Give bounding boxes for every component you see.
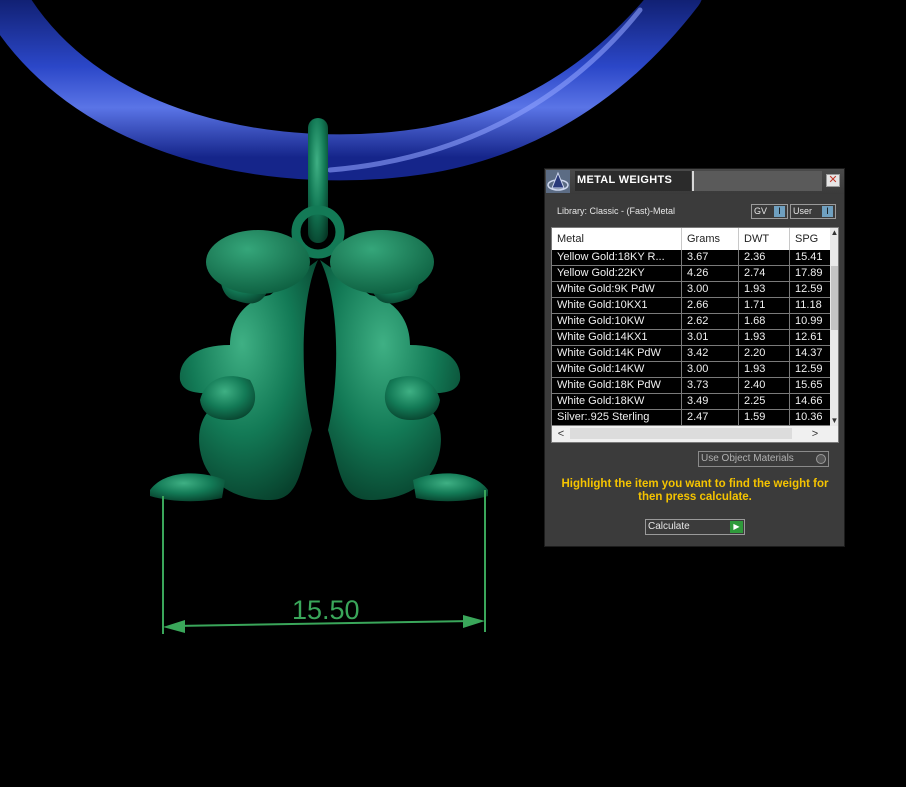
metal-table[interactable]: Metal Grams DWT SPG Yellow Gold:18KY R..…: [551, 227, 839, 443]
calculate-label: Calculate: [648, 521, 690, 532]
grams-cell: 2.66: [682, 298, 739, 314]
vertical-scrollbar[interactable]: ▲ ▼: [830, 228, 838, 426]
grams-cell: 3.67: [682, 250, 739, 266]
spg-cell: 12.61: [790, 330, 830, 346]
use-object-materials-option[interactable]: Use Object Materials: [698, 451, 829, 467]
user-toggle[interactable]: User I: [790, 204, 836, 219]
column-header-grams[interactable]: Grams: [682, 228, 739, 250]
grams-cell: 3.73: [682, 378, 739, 394]
gv-toggle-label: GV: [754, 206, 768, 216]
metal-cell: White Gold:18K PdW: [552, 378, 682, 394]
library-label: Library: Classic - (Fast)-Metal: [557, 206, 676, 216]
column-header-metal[interactable]: Metal: [552, 228, 682, 250]
pendant-figure-left: [150, 230, 318, 502]
dwt-cell: 2.20: [739, 346, 790, 362]
metal-cell: White Gold:14KX1: [552, 330, 682, 346]
table-row[interactable]: White Gold:14KW 3.00 1.93 12.59: [552, 362, 830, 378]
dwt-cell: 2.25: [739, 394, 790, 410]
panel-titlebar[interactable]: METAL WEIGHTS ✕: [545, 169, 844, 194]
spg-cell: 17.89: [790, 266, 830, 282]
grams-cell: 3.00: [682, 362, 739, 378]
grams-cell: 3.00: [682, 282, 739, 298]
metal-weights-panel: METAL WEIGHTS ✕ Library: Classic - (Fast…: [544, 168, 845, 547]
metal-cell: White Gold:10KW: [552, 314, 682, 330]
horizontal-scroll-thumb[interactable]: [570, 428, 792, 439]
close-button[interactable]: ✕: [826, 174, 840, 187]
table-row[interactable]: White Gold:14K PdW 3.42 2.20 14.37: [552, 346, 830, 362]
spg-cell: 11.18: [790, 298, 830, 314]
grams-cell: 2.47: [682, 410, 739, 426]
dwt-cell: 2.40: [739, 378, 790, 394]
gv-toggle-knob: I: [774, 206, 785, 217]
horizontal-scrollbar[interactable]: < >: [552, 426, 838, 442]
spg-cell: 10.36: [790, 410, 830, 426]
scroll-right-icon[interactable]: >: [808, 426, 822, 442]
dwt-cell: 2.36: [739, 250, 790, 266]
table-row[interactable]: White Gold:14KX1 3.01 1.93 12.61: [552, 330, 830, 346]
panel-title: METAL WEIGHTS: [575, 171, 691, 191]
play-arrow-icon[interactable]: ▶: [730, 521, 743, 533]
vertical-scroll-thumb[interactable]: [831, 266, 838, 330]
table-row[interactable]: White Gold:10KW 2.62 1.68 10.99: [552, 314, 830, 330]
table-row[interactable]: Silver:.925 Sterling 2.47 1.59 10.36: [552, 410, 830, 426]
grams-cell: 3.49: [682, 394, 739, 410]
metal-cell: White Gold:10KX1: [552, 298, 682, 314]
spg-cell: 12.59: [790, 282, 830, 298]
column-header-dwt[interactable]: DWT: [739, 228, 790, 250]
table-row[interactable]: White Gold:10KX1 2.66 1.71 11.18: [552, 298, 830, 314]
table-row[interactable]: White Gold:18K PdW 3.73 2.40 15.65: [552, 378, 830, 394]
metal-cell: Yellow Gold:18KY R...: [552, 250, 682, 266]
user-toggle-knob: I: [822, 206, 833, 217]
dwt-cell: 1.93: [739, 330, 790, 346]
spg-cell: 12.59: [790, 362, 830, 378]
grams-cell: 4.26: [682, 266, 739, 282]
spg-cell: 14.66: [790, 394, 830, 410]
dimension-label: 15.50: [292, 595, 360, 625]
grams-cell: 3.42: [682, 346, 739, 362]
scroll-up-icon[interactable]: ▲: [830, 228, 838, 238]
scroll-down-icon[interactable]: ▼: [830, 416, 838, 426]
metal-cell: Silver:.925 Sterling: [552, 410, 682, 426]
spg-cell: 14.37: [790, 346, 830, 362]
calculate-button[interactable]: Calculate ▶: [645, 519, 745, 535]
grams-cell: 2.62: [682, 314, 739, 330]
spg-cell: 15.41: [790, 250, 830, 266]
metal-cell: White Gold:18KW: [552, 394, 682, 410]
dwt-cell: 2.74: [739, 266, 790, 282]
table-row[interactable]: Yellow Gold:18KY R... 3.67 2.36 15.41: [552, 250, 830, 266]
use-object-materials-label: Use Object Materials: [701, 453, 794, 464]
dwt-cell: 1.59: [739, 410, 790, 426]
app-logo-icon: [546, 170, 570, 193]
metal-cell: Yellow Gold:22KY: [552, 266, 682, 282]
dwt-cell: 1.93: [739, 282, 790, 298]
scroll-left-icon[interactable]: <: [554, 426, 568, 442]
column-header-spg[interactable]: SPG: [790, 228, 830, 250]
table-row[interactable]: Yellow Gold:22KY 4.26 2.74 17.89: [552, 266, 830, 282]
metal-cell: White Gold:9K PdW: [552, 282, 682, 298]
table-row[interactable]: White Gold:18KW 3.49 2.25 14.66: [552, 394, 830, 410]
dwt-cell: 1.71: [739, 298, 790, 314]
necklace-cord: [0, 0, 702, 181]
radio-icon[interactable]: [816, 454, 826, 464]
metal-cell: White Gold:14KW: [552, 362, 682, 378]
user-toggle-label: User: [793, 206, 813, 216]
spg-cell: 10.99: [790, 314, 830, 330]
metal-cell: White Gold:14K PdW: [552, 346, 682, 362]
spg-cell: 15.65: [790, 378, 830, 394]
gv-toggle[interactable]: GV I: [751, 204, 788, 219]
dwt-cell: 1.93: [739, 362, 790, 378]
table-header: Metal Grams DWT SPG: [552, 228, 830, 250]
pendant-figure-right: [320, 230, 488, 502]
instructions-text: Highlight the item you want to find the …: [561, 478, 829, 503]
dwt-cell: 1.68: [739, 314, 790, 330]
table-row[interactable]: White Gold:9K PdW 3.00 1.93 12.59: [552, 282, 830, 298]
pendant-bail: [308, 118, 328, 243]
titlebar-strip: [692, 171, 822, 191]
grams-cell: 3.01: [682, 330, 739, 346]
